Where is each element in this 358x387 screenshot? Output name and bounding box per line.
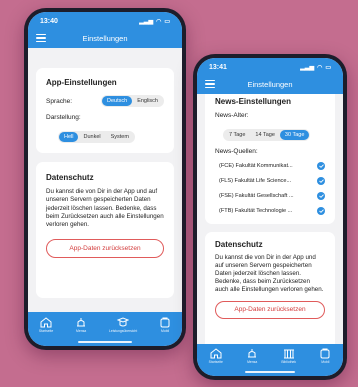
status-icons: ▂▃▅ ◠ ▭: [300, 64, 331, 71]
grades-icon: [117, 317, 130, 327]
tab-leistungsuebersicht[interactable]: Leistungsübersicht: [109, 317, 137, 333]
theme-option-dunkel[interactable]: Dunkel: [78, 132, 105, 142]
checkmark-icon[interactable]: [317, 161, 325, 170]
privacy-text: Du kannst die von Dir in der App und auf…: [215, 254, 324, 294]
home-icon: [210, 348, 222, 359]
checkmark-icon[interactable]: [317, 176, 325, 185]
phone-right-screen: 13:41 ▂▃▅ ◠ ▭ Einstellungen News-Einstel…: [197, 58, 343, 376]
home-icon: [40, 317, 52, 328]
battery-icon: ▭: [325, 65, 331, 71]
wifi-icon: ◠: [156, 19, 162, 25]
title-bar: Einstellungen: [28, 28, 182, 48]
tab-bibliothek[interactable]: Bibliothek: [281, 348, 296, 364]
home-indicator: [78, 341, 132, 343]
news-age-option-7[interactable]: 7 Tage: [224, 130, 250, 140]
tab-startseite[interactable]: Startseite: [209, 348, 223, 364]
news-sources-label: News-Quellen:: [215, 148, 258, 155]
news-age-option-30[interactable]: 30 Tage: [279, 130, 310, 140]
app-bar: 13:41 ▂▃▅ ◠ ▭ Einstellungen: [197, 58, 343, 94]
wifi-icon: ◠: [317, 65, 323, 71]
app-settings-card: App-Einstellungen Sprache: Deutsch Engli…: [36, 68, 174, 153]
reset-app-data-button[interactable]: App-Daten zurücksetzen: [46, 238, 164, 258]
news-age-option-14[interactable]: 14 Tage: [250, 130, 279, 140]
tab-mensa[interactable]: Mensa: [75, 317, 87, 333]
news-source-row[interactable]: (FCE) Fakultät Kommunikat...: [219, 158, 325, 173]
signal-icon: ▂▃▅: [300, 65, 315, 71]
news-source-label: (FTB) Fakultät Technologie ...: [219, 207, 293, 214]
app-settings-title: App-Einstellungen: [46, 78, 117, 87]
tab-mobil[interactable]: Mobil: [319, 348, 331, 364]
status-time: 13:40: [40, 18, 58, 25]
theme-option-hell[interactable]: Hell: [59, 132, 79, 142]
menu-icon[interactable]: [36, 34, 46, 42]
phone-left-screen: 13:40 ▂▃▅ ◠ ▭ Einstellungen App-Einstell…: [28, 12, 182, 346]
mensa-icon: [248, 349, 257, 358]
tab-label: Bibliothek: [281, 360, 297, 364]
mobile-icon: [160, 317, 170, 328]
tab-mobil[interactable]: Mobil: [159, 317, 171, 333]
privacy-text: Du kannst die von Dir in der App und auf…: [46, 188, 164, 229]
title-bar: Einstellungen: [197, 74, 343, 94]
language-option-englisch[interactable]: Englisch: [132, 96, 163, 106]
status-icons: ▂▃▅ ◠ ▭: [139, 18, 170, 25]
tab-label: Startseite: [38, 329, 54, 333]
tab-label: Leistungsübersicht: [108, 329, 138, 333]
tab-bar: Startseite Mensa Bibliothek Mobil: [197, 344, 343, 376]
tab-label: Mensa: [76, 329, 87, 333]
status-bar: 13:41 ▂▃▅ ◠ ▭: [197, 58, 343, 74]
news-source-label: (FCE) Fakultät Kommunikat...: [219, 162, 293, 169]
language-label: Sprache:: [46, 97, 73, 105]
privacy-title: Datenschutz: [46, 173, 94, 182]
tab-label: Startseite: [208, 360, 223, 364]
phone-left: 13:40 ▂▃▅ ◠ ▭ Einstellungen App-Einstell…: [24, 8, 186, 350]
battery-icon: ▭: [164, 19, 170, 25]
tab-label: Mensa: [247, 360, 258, 364]
privacy-title: Datenschutz: [215, 240, 263, 249]
reset-app-data-button[interactable]: App-Daten zurücksetzen: [215, 301, 325, 320]
home-indicator: [245, 371, 295, 373]
news-source-row[interactable]: (FSE) Fakultät Gesellschaft ...: [219, 188, 325, 203]
language-option-deutsch[interactable]: Deutsch: [102, 96, 133, 106]
tab-mensa[interactable]: Mensa: [246, 348, 258, 364]
privacy-card: Datenschutz Du kannst die von Dir in der…: [36, 162, 174, 298]
status-time: 13:41: [209, 64, 227, 71]
mensa-icon: [77, 318, 86, 327]
page-title: Einstellungen: [82, 33, 128, 43]
news-sources-list: (FCE) Fakultät Kommunikat... (FLS) Fakul…: [215, 158, 325, 218]
mobile-icon: [320, 348, 330, 359]
news-age-label: News-Alter:: [215, 112, 249, 119]
theme-label: Darstellung:: [46, 114, 81, 121]
page-title: Einstellungen: [247, 79, 293, 89]
tab-startseite[interactable]: Startseite: [39, 317, 53, 333]
signal-icon: ▂▃▅: [139, 19, 154, 25]
news-source-row[interactable]: (FLS) Fakultät Life Science...: [219, 173, 325, 188]
news-source-label: (FSE) Fakultät Gesellschaft ...: [219, 192, 294, 199]
app-bar: 13:40 ▂▃▅ ◠ ▭ Einstellungen: [28, 12, 182, 48]
news-settings-title: News-Einstellungen: [215, 97, 292, 106]
library-icon: [283, 349, 294, 359]
language-segmented-control: Deutsch Englisch: [101, 95, 164, 107]
tab-label: Mobil: [161, 329, 170, 333]
news-source-label: (FLS) Fakultät Life Science...: [219, 177, 292, 184]
privacy-card: Datenschutz Du kannst die von Dir in der…: [205, 232, 335, 354]
status-bar: 13:40 ▂▃▅ ◠ ▭: [28, 12, 182, 28]
checkmark-icon[interactable]: [317, 191, 325, 200]
tab-label: Mobil: [321, 360, 330, 364]
menu-icon[interactable]: [205, 80, 215, 88]
theme-segmented-control: Hell Dunkel System: [58, 131, 135, 143]
phone-right: 13:41 ▂▃▅ ◠ ▭ Einstellungen News-Einstel…: [193, 54, 347, 380]
theme-option-system[interactable]: System: [106, 132, 134, 142]
checkmark-icon[interactable]: [317, 206, 325, 215]
news-age-segmented-control: 7 Tage 14 Tage 30 Tage: [223, 129, 311, 141]
news-settings-card: News-Einstellungen News-Alter: 7 Tage 14…: [205, 94, 335, 224]
news-source-row[interactable]: (FTB) Fakultät Technologie ...: [219, 203, 325, 218]
tab-bar: Startseite Mensa Leistungsübersicht Mobi…: [28, 312, 182, 346]
